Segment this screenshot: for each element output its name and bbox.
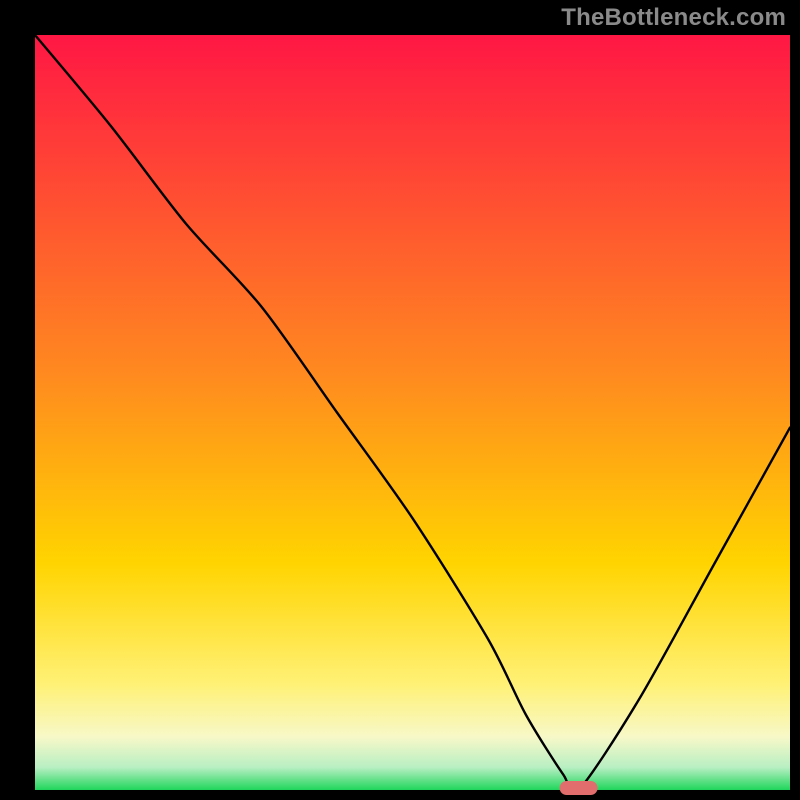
bottleneck-chart xyxy=(0,0,800,800)
optimum-marker xyxy=(560,781,598,795)
heat-gradient-panel xyxy=(35,35,790,790)
outer-frame: { "watermark": { "text": "TheBottleneck.… xyxy=(0,0,800,800)
